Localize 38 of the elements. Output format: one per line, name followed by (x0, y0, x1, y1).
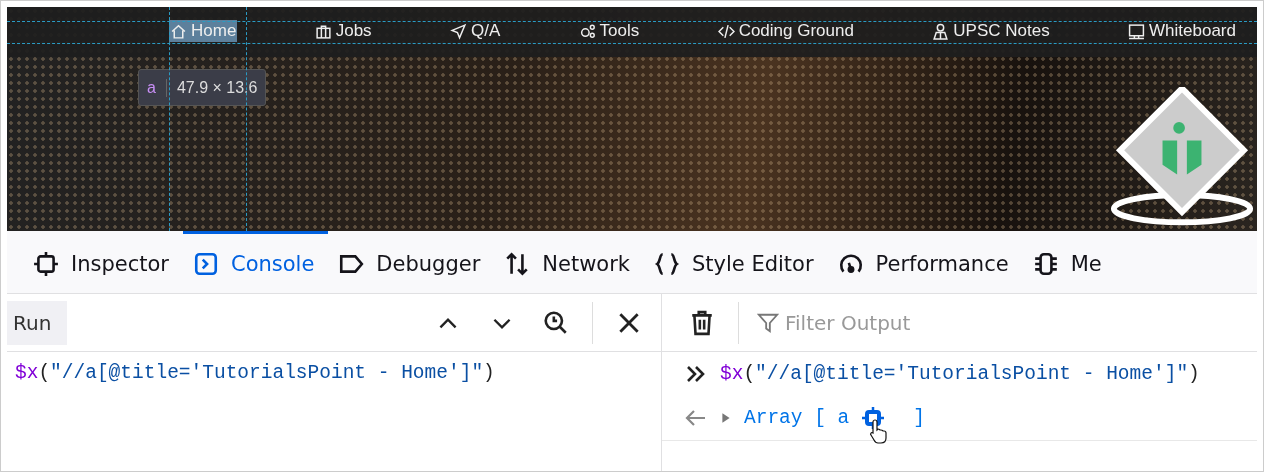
devtools-tab[interactable]: Style Editor (644, 231, 828, 293)
code-icon (717, 22, 735, 40)
array-result[interactable]: Array [ a (744, 407, 850, 429)
funnel-icon (757, 311, 779, 334)
devtools-tab[interactable]: Console (182, 231, 329, 293)
devtools-tab[interactable]: Inspector (23, 231, 183, 293)
code-editor[interactable]: $x("//a[@title='TutorialsPoint - Home']") (7, 352, 661, 394)
nav-link[interactable]: Tools (577, 20, 641, 42)
person-icon (932, 22, 950, 40)
devtools-tab[interactable]: Performance (827, 231, 1023, 293)
trash-icon[interactable] (689, 309, 715, 336)
run-button[interactable]: Run (7, 300, 68, 345)
nav-link[interactable]: Home (169, 20, 238, 42)
nav-link[interactable]: Jobs (313, 20, 373, 42)
tooltip-size: 47.9 × 13.6 (176, 78, 258, 97)
devtools-tab[interactable]: Network (494, 231, 644, 293)
chip-icon (1032, 250, 1059, 277)
devtools-tab[interactable]: Debugger (328, 231, 495, 293)
console-input-line: $x("//a[@title='TutorialsPoint - Home']") (720, 363, 1200, 385)
nav-link[interactable]: Whiteboard (1127, 20, 1237, 42)
inspector-icon (33, 250, 59, 277)
briefcase-icon (314, 22, 332, 40)
board-icon (1128, 22, 1145, 40)
home-icon (170, 22, 187, 40)
nav-link[interactable]: UPSC Notes (931, 20, 1051, 42)
console-icon (192, 250, 219, 277)
tooltip-tag: a (147, 78, 167, 97)
history-search-icon[interactable] (543, 309, 569, 336)
gears-icon (578, 22, 596, 40)
expand-triangle-icon[interactable] (720, 412, 732, 424)
hand-cursor-icon (869, 418, 890, 444)
send-icon (449, 22, 467, 40)
nav-link[interactable]: Q/A (448, 20, 502, 42)
braces-icon (654, 250, 680, 277)
filter-field[interactable]: Filter Output (783, 309, 1087, 336)
nav-link[interactable]: Coding Ground (716, 20, 855, 42)
devtools-tab[interactable]: Me (1022, 231, 1116, 293)
array-bracket: ] (913, 407, 926, 429)
